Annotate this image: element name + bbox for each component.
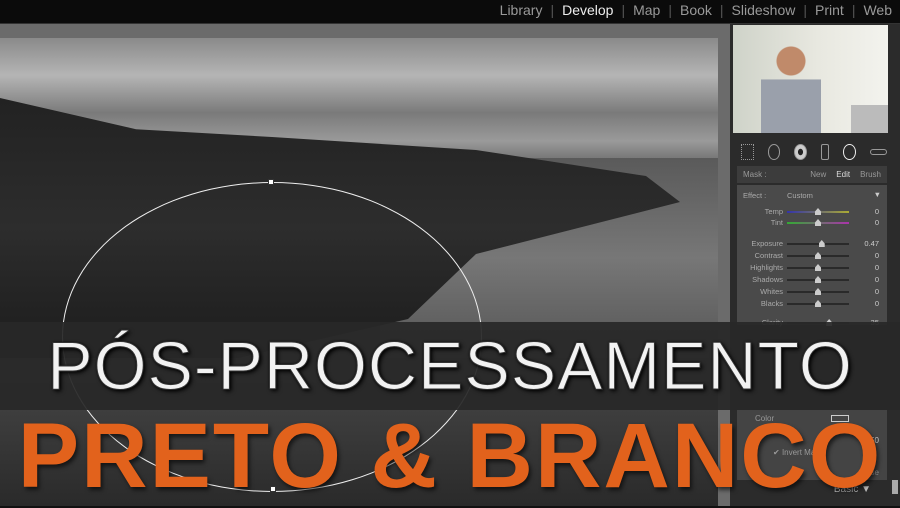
module-library[interactable]: Library xyxy=(492,2,551,18)
mask-brush[interactable]: Brush xyxy=(860,170,881,179)
slider-value: 0 xyxy=(874,287,879,296)
adjustment-brush-icon[interactable] xyxy=(869,149,888,155)
slider-label: Highlights xyxy=(750,263,783,272)
presenter xyxy=(761,43,821,133)
crop-tool-icon[interactable] xyxy=(741,144,754,160)
slider-thumb[interactable] xyxy=(815,219,821,226)
graduated-filter-icon[interactable] xyxy=(821,144,830,160)
spot-removal-icon[interactable] xyxy=(767,144,781,160)
slider-shadows[interactable]: Shadows 0 xyxy=(737,275,887,285)
slider-track[interactable] xyxy=(787,243,849,245)
title-line-1: PÓS-PROCESSAMENTO xyxy=(47,328,853,405)
mask-new[interactable]: New xyxy=(810,170,826,179)
collapse-icon[interactable]: ▼ xyxy=(874,190,881,199)
top-bar: Library | Develop | Map | Book | Slideshow | Print… xyxy=(0,0,900,24)
mask-edit[interactable]: Edit xyxy=(836,170,850,179)
slider-label: Blacks xyxy=(760,299,783,308)
slider-thumb[interactable] xyxy=(815,300,821,307)
slider-label: Whites xyxy=(760,287,783,296)
module-map[interactable]: Map xyxy=(625,2,668,18)
module-print[interactable]: Print xyxy=(807,2,852,18)
slider-value: 0 xyxy=(874,299,879,308)
slider-value: 0.47 xyxy=(864,239,879,248)
slider-label: Tint xyxy=(770,218,783,227)
slider-value: 0 xyxy=(874,207,879,216)
effect-dropdown[interactable]: Custom xyxy=(787,191,813,200)
slider-blacks[interactable]: Blacks 0 xyxy=(737,299,887,309)
slider-temp[interactable]: Temp 0 xyxy=(737,207,887,217)
laptop xyxy=(851,105,888,133)
mask-row: Mask : New Edit Brush xyxy=(737,166,887,183)
adjustment-sliders: Effect : Custom ▼ Temp 0 Tint 0 Exposure 0… xyxy=(737,185,887,327)
slider-whites[interactable]: Whites 0 xyxy=(737,287,887,297)
slider-highlights[interactable]: Highlights 0 xyxy=(737,263,887,273)
tool-strip xyxy=(737,140,888,164)
slider-label: Exposure xyxy=(751,239,783,248)
slider-label: Shadows xyxy=(752,275,783,284)
slider-thumb[interactable] xyxy=(815,208,821,215)
slider-label: Temp xyxy=(764,207,783,216)
slider-value: 0 xyxy=(874,251,879,260)
module-slideshow[interactable]: Slideshow xyxy=(724,2,804,18)
slider-thumb[interactable] xyxy=(818,240,825,247)
slider-thumb[interactable] xyxy=(815,264,821,271)
red-eye-icon[interactable] xyxy=(794,144,808,160)
radial-filter-icon[interactable] xyxy=(843,144,856,160)
slider-value: 0 xyxy=(874,263,879,272)
slider-contrast[interactable]: Contrast 0 xyxy=(737,251,887,261)
slider-thumb[interactable] xyxy=(815,252,821,259)
module-picker: Library | Develop | Map | Book | Slideshow | Print… xyxy=(492,2,900,18)
slider-thumb[interactable] xyxy=(815,288,821,295)
slider-exposure[interactable]: Exposure 0.47 xyxy=(737,239,887,249)
radial-filter-handle[interactable] xyxy=(268,179,274,185)
effect-label: Effect : xyxy=(743,191,767,200)
slider-tint[interactable]: Tint 0 xyxy=(737,218,887,228)
title-line-2: PRETO & BRANCO xyxy=(17,405,883,507)
slider-label: Contrast xyxy=(754,251,783,260)
slider-thumb[interactable] xyxy=(815,276,821,283)
module-web[interactable]: Web xyxy=(855,2,900,18)
module-develop[interactable]: Develop xyxy=(554,2,621,18)
slider-value: 0 xyxy=(874,218,879,227)
module-book[interactable]: Book xyxy=(672,2,720,18)
webcam-inset xyxy=(733,25,888,133)
slider-value: 0 xyxy=(874,275,879,284)
mask-label: Mask : xyxy=(743,170,767,179)
